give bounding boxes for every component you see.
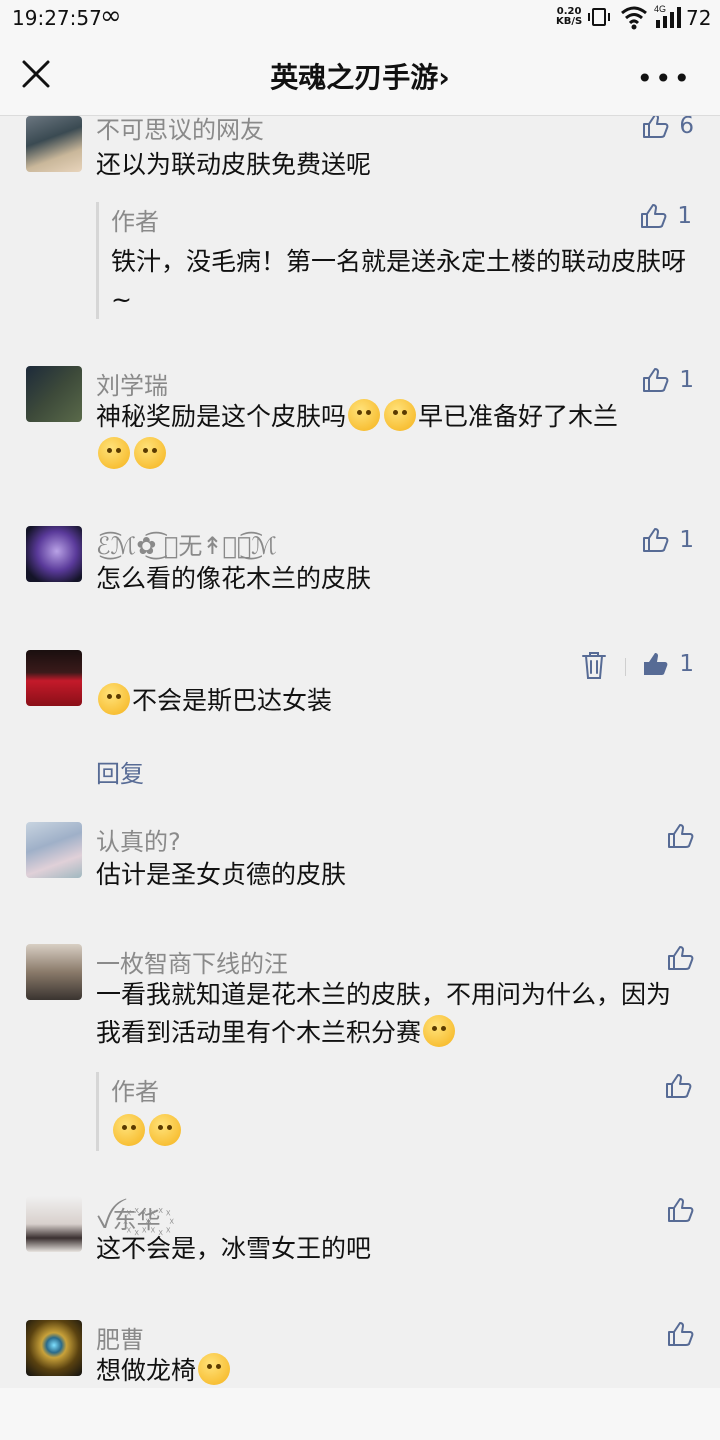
- bottom-bar: [0, 1388, 720, 1440]
- comment-text: 怎么看的像花木兰的皮肤: [96, 564, 372, 593]
- comment-author[interactable]: 认真的?: [96, 822, 181, 857]
- trash-icon[interactable]: [580, 650, 608, 680]
- grin-emoji-icon: [423, 1015, 456, 1047]
- vibrate-icon: [588, 8, 610, 26]
- thumb-up-icon: [641, 204, 667, 228]
- like-count: 1: [679, 651, 694, 677]
- like-button[interactable]: [666, 822, 694, 850]
- screen: 19:27:57 ∞ 0.20 KB/S 4G 72 英魂之刃手游› ••• 不…: [0, 0, 720, 1440]
- comment-list[interactable]: 不可思议的网友 6 还以为联动皮肤免费送呢 作者 铁汁，没毛病！第一名就是送永定…: [0, 116, 720, 1388]
- thumb-up-icon: [643, 116, 669, 138]
- thumb-up-filled-icon: [644, 653, 668, 675]
- status-bar: 19:27:57 ∞ 0.20 KB/S 4G 72: [0, 0, 720, 36]
- avatar[interactable]: [26, 650, 82, 706]
- thumb-up-icon: [643, 368, 669, 392]
- like-button[interactable]: 1: [641, 366, 694, 394]
- thumb-up-icon: [666, 1074, 692, 1098]
- shocked-emoji-icon: [348, 399, 381, 431]
- comment-text: 想做龙椅: [96, 1352, 680, 1388]
- comment-author[interactable]: ℰ͜͡ℳ✿͜͡ ⃢无↟念⃢͜͡ℳ: [96, 526, 277, 561]
- comment-text: 估计是圣女贞德的皮肤: [96, 860, 347, 889]
- reply-author[interactable]: 作者: [111, 1072, 692, 1107]
- comment-text: 神秘奖励是这个皮肤吗 早已准备好了木兰: [96, 398, 680, 474]
- avatar[interactable]: [26, 366, 82, 422]
- wifi-icon: [621, 6, 647, 30]
- like-button[interactable]: 1: [641, 526, 694, 554]
- shocked-emoji-icon: [384, 399, 417, 431]
- comment-text: 一看我就知道是花木兰的皮肤，不用问为什么，因为我看到活动里有个木兰积分赛: [96, 980, 672, 1047]
- divider: [625, 658, 626, 676]
- grin-emoji-icon: [149, 1114, 181, 1146]
- avatar[interactable]: [26, 822, 82, 878]
- comment-author[interactable]: 一枚智商下线的汪: [96, 944, 288, 979]
- comment-text: 这不会是，冰雪女王的吧: [96, 1234, 372, 1263]
- reply-author[interactable]: 作者: [111, 202, 692, 237]
- reply-text: [111, 1113, 692, 1151]
- thumb-up-icon: [668, 824, 694, 848]
- crying-emoji-icon: [198, 1353, 231, 1385]
- reply-block: 作者: [96, 1072, 692, 1151]
- avatar[interactable]: [26, 116, 82, 172]
- like-count: 1: [679, 367, 694, 393]
- infinity-icon: ∞: [100, 1, 122, 31]
- thumb-up-icon: [643, 528, 669, 552]
- grin-emoji-icon: [113, 1114, 145, 1146]
- like-button[interactable]: [666, 1196, 694, 1224]
- like-count: 1: [679, 527, 694, 553]
- like-button[interactable]: [664, 1072, 692, 1100]
- avatar[interactable]: [26, 944, 82, 1000]
- svg-text:4G: 4G: [654, 4, 666, 14]
- battery-level: 72: [686, 6, 712, 30]
- thinking-emoji-icon: [134, 437, 166, 469]
- status-time: 19:27:57: [12, 6, 102, 30]
- more-icon[interactable]: •••: [636, 62, 692, 95]
- reply-block: 作者 铁汁，没毛病！第一名就是送永定土楼的联动皮肤呀~ 1: [96, 202, 692, 319]
- avatar[interactable]: [26, 1320, 82, 1376]
- comment-text: 还以为联动皮肤免费送呢: [96, 150, 372, 179]
- thumb-up-icon: [668, 946, 694, 970]
- like-button[interactable]: [666, 944, 694, 972]
- reply-text: 铁汁，没毛病！第一名就是送永定土楼的联动皮肤呀~: [111, 247, 687, 314]
- avatar[interactable]: [26, 526, 82, 582]
- page-title[interactable]: 英魂之刃手游›: [0, 56, 720, 96]
- nav-bar: 英魂之刃手游› •••: [0, 36, 720, 116]
- like-button[interactable]: 1: [641, 650, 694, 678]
- thumb-up-icon: [668, 1322, 694, 1346]
- chevron-right-icon: ›: [438, 61, 450, 94]
- like-button[interactable]: [666, 1320, 694, 1348]
- like-button[interactable]: 6: [641, 116, 694, 140]
- avatar[interactable]: [26, 1196, 82, 1252]
- blush-emoji-icon: [98, 683, 130, 715]
- thumb-up-icon: [668, 1198, 694, 1222]
- thinking-emoji-icon: [98, 437, 130, 469]
- comment-author[interactable]: 不可思议的网友: [96, 116, 264, 145]
- signal-icon: 4G: [654, 4, 681, 28]
- comment-author[interactable]: 肥曹: [96, 1320, 144, 1355]
- reply-link[interactable]: 回复: [96, 754, 144, 789]
- like-button[interactable]: 1: [639, 202, 692, 230]
- like-count: 6: [679, 116, 694, 139]
- comment-text: 不会是斯巴达女装: [96, 682, 680, 720]
- net-speed: 0.20 KB/S: [556, 6, 583, 27]
- comment-author[interactable]: 刘学瑞: [96, 366, 168, 401]
- like-count: 1: [677, 203, 692, 229]
